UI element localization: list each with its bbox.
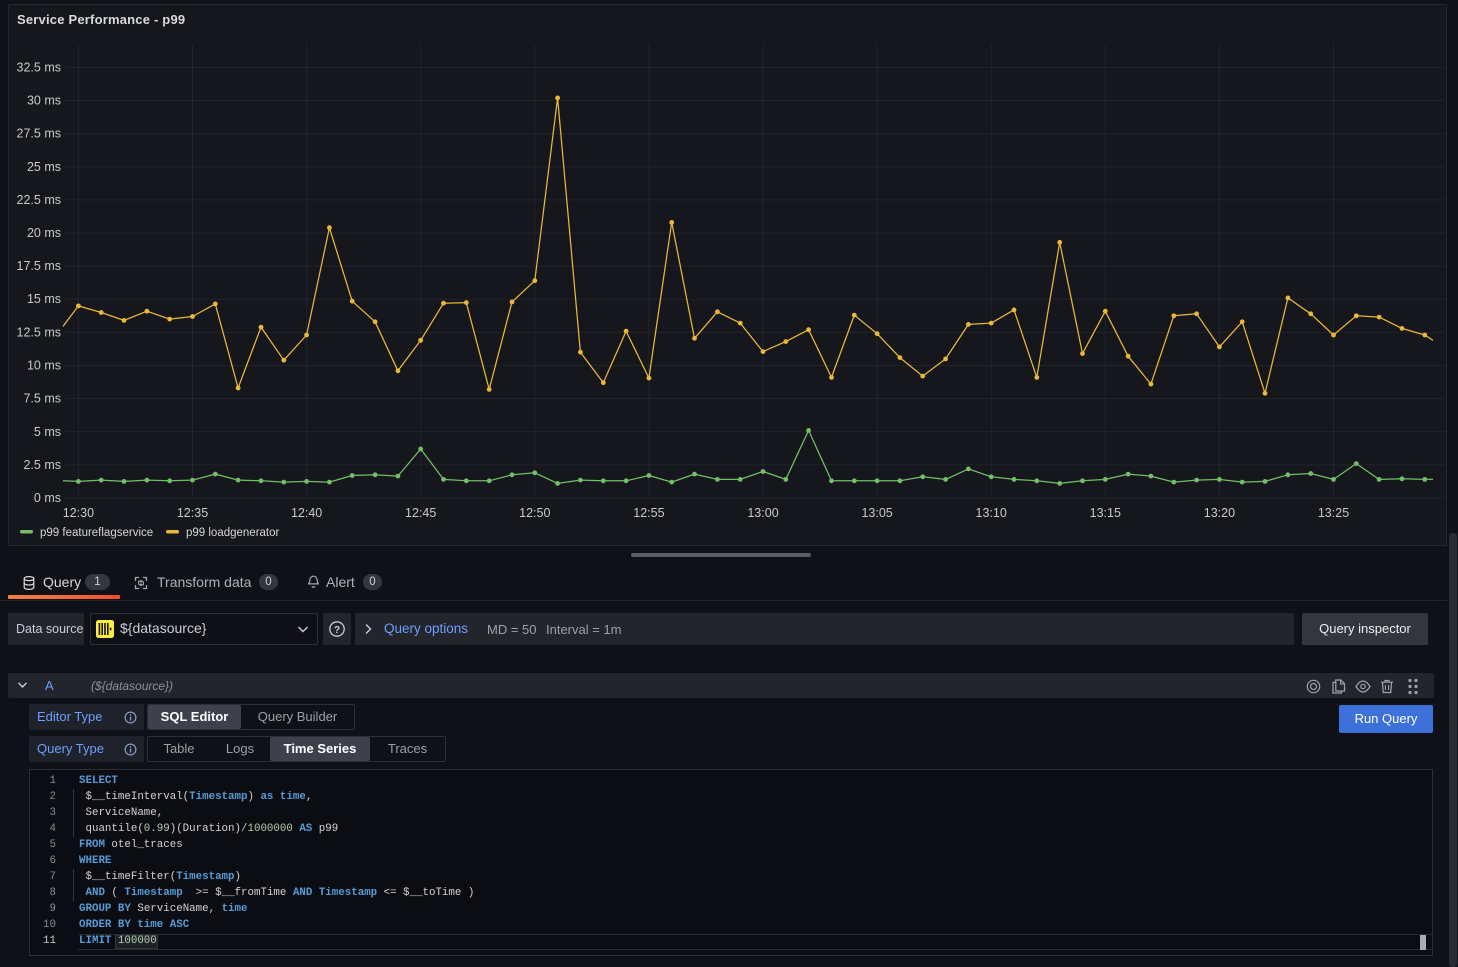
svg-text:12.5 ms: 12.5 ms — [17, 325, 61, 339]
svg-text:2.5 ms: 2.5 ms — [23, 458, 61, 472]
svg-text:13:25: 13:25 — [1318, 506, 1349, 520]
svg-text:5 ms: 5 ms — [34, 425, 61, 439]
svg-text:20 ms: 20 ms — [27, 226, 61, 240]
svg-text:32.5 ms: 32.5 ms — [17, 60, 61, 74]
svg-text:12:55: 12:55 — [633, 506, 664, 520]
svg-text:0 ms: 0 ms — [34, 491, 61, 505]
svg-text:17.5 ms: 17.5 ms — [17, 259, 61, 273]
svg-text:13:05: 13:05 — [861, 506, 892, 520]
svg-text:12:45: 12:45 — [405, 506, 436, 520]
svg-text:12:50: 12:50 — [519, 506, 550, 520]
svg-text:p99 loadgenerator: p99 loadgenerator — [186, 527, 280, 539]
svg-text:22.5 ms: 22.5 ms — [17, 193, 61, 207]
svg-text:13:10: 13:10 — [976, 506, 1007, 520]
svg-text:12:30: 12:30 — [63, 506, 94, 520]
svg-text:10 ms: 10 ms — [27, 359, 61, 373]
svg-text:7.5 ms: 7.5 ms — [23, 392, 61, 406]
svg-text:30 ms: 30 ms — [27, 94, 61, 108]
svg-text:12:40: 12:40 — [291, 506, 322, 520]
svg-text:13:20: 13:20 — [1204, 506, 1235, 520]
svg-text:25 ms: 25 ms — [27, 160, 61, 174]
svg-text:27.5 ms: 27.5 ms — [17, 127, 61, 141]
svg-text:12:35: 12:35 — [177, 506, 208, 520]
svg-text:p99 featureflagservice: p99 featureflagservice — [40, 527, 153, 539]
svg-text:13:15: 13:15 — [1090, 506, 1121, 520]
svg-text:?: ? — [334, 625, 340, 636]
svg-text:13:00: 13:00 — [747, 506, 778, 520]
svg-text:15 ms: 15 ms — [27, 292, 61, 306]
